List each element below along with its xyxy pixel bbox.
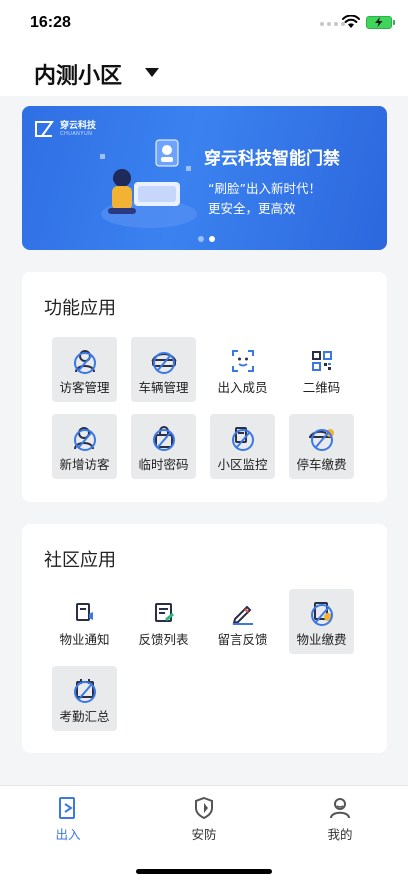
brand-name: 穿云科技	[60, 120, 97, 131]
face-recognition-illustration	[100, 139, 197, 228]
access-members-button[interactable]: 出入成员	[210, 337, 275, 402]
shield-icon	[195, 796, 213, 820]
access-icon	[59, 797, 75, 819]
tile-label: 物业缴费	[296, 632, 347, 647]
tile-label: 小区监控	[217, 457, 268, 472]
wifi-icon	[342, 15, 360, 28]
community-apps-card: 社区应用 物业通知 反馈列表 留言反馈 物业缴费 考勤汇总	[22, 524, 387, 753]
parking-fee-icon	[308, 429, 334, 451]
battery-charging-icon	[366, 16, 395, 29]
tab-profile[interactable]: 我的	[310, 796, 370, 843]
status-bar: 16:28	[0, 0, 408, 46]
tile-label: 反馈列表	[138, 632, 189, 647]
brand-name-en: CHUANYUN	[60, 130, 93, 137]
tile-label: 新增访客	[59, 457, 110, 472]
tab-label: 出入	[55, 827, 81, 842]
community-apps-title: 社区应用	[44, 550, 116, 571]
add-visitor-button[interactable]: 新增访客	[52, 414, 117, 479]
header: 内测小区	[0, 46, 408, 96]
profile-icon	[330, 798, 350, 819]
tile-label: 物业通知	[59, 632, 110, 647]
tile-label: 临时密码	[138, 457, 189, 472]
home-indicator[interactable]	[136, 869, 272, 874]
face-scan-icon	[231, 350, 254, 372]
property-fee-icon	[310, 602, 333, 626]
visitor-icon	[73, 350, 96, 374]
monitor-icon	[231, 427, 254, 451]
banner-title: 穿云科技智能门禁	[204, 149, 340, 169]
tile-label: 出入成员	[217, 380, 268, 395]
banner-slogan-1: “刷脸”出入新时代！	[208, 181, 321, 196]
qr-code-icon	[311, 351, 332, 371]
community-monitor-button[interactable]: 小区监控	[210, 414, 275, 479]
attendance-summary-button[interactable]: 考勤汇总	[52, 666, 117, 731]
function-apps-title: 功能应用	[44, 298, 116, 319]
tile-label: 访客管理	[59, 380, 110, 395]
brand-logo: 穿云科技 CHUANYUN	[34, 120, 96, 138]
car-icon	[150, 352, 177, 374]
tab-access[interactable]: 出入	[38, 796, 98, 843]
feedback-list-button[interactable]: 反馈列表	[131, 589, 196, 654]
qr-code-button[interactable]: 二维码	[289, 337, 354, 402]
tab-label: 我的	[327, 827, 353, 842]
brand-logo-icon	[35, 121, 54, 137]
tile-label: 留言反馈	[217, 632, 268, 647]
tab-security[interactable]: 安防	[174, 796, 234, 843]
tile-label: 考勤汇总	[59, 709, 110, 724]
vehicle-management-button[interactable]: 车辆管理	[131, 337, 196, 402]
visitor-management-button[interactable]: 访客管理	[52, 337, 117, 402]
tile-label: 停车缴费	[296, 457, 347, 472]
tile-label: 车辆管理	[138, 380, 189, 395]
tab-label: 安防	[191, 827, 217, 842]
function-apps-card: 功能应用 访客管理 车辆管理 出入成员 二维码 新增访客 临时密码 小区监控 停…	[22, 272, 387, 502]
property-notice-button[interactable]: 物业通知	[52, 589, 117, 654]
caret-down-icon[interactable]	[145, 68, 159, 77]
feedback-list-icon	[154, 603, 174, 622]
pager-dot-active	[209, 236, 215, 242]
parking-fee-button[interactable]: 停车缴费	[289, 414, 354, 479]
community-selector[interactable]: 内测小区	[34, 58, 122, 90]
attendance-icon	[73, 679, 96, 703]
banner-pager	[198, 236, 215, 242]
notice-icon	[75, 603, 93, 621]
status-time: 16:28	[30, 14, 71, 31]
temp-password-button[interactable]: 临时密码	[131, 414, 196, 479]
pager-dot	[198, 236, 204, 242]
temp-password-icon	[152, 426, 175, 451]
leave-message-button[interactable]: 留言反馈	[210, 589, 275, 654]
banner-slogan-2: 更安全，更高效	[208, 201, 296, 216]
add-visitor-icon	[73, 427, 96, 451]
pen-icon	[232, 605, 253, 625]
property-fee-button[interactable]: 物业缴费	[289, 589, 354, 654]
tile-label: 二维码	[302, 380, 341, 395]
promo-banner[interactable]: 穿云科技 CHUANYUN 穿云科技智能门禁 “刷脸”出入新时代！ 更安全，更高…	[22, 106, 387, 250]
